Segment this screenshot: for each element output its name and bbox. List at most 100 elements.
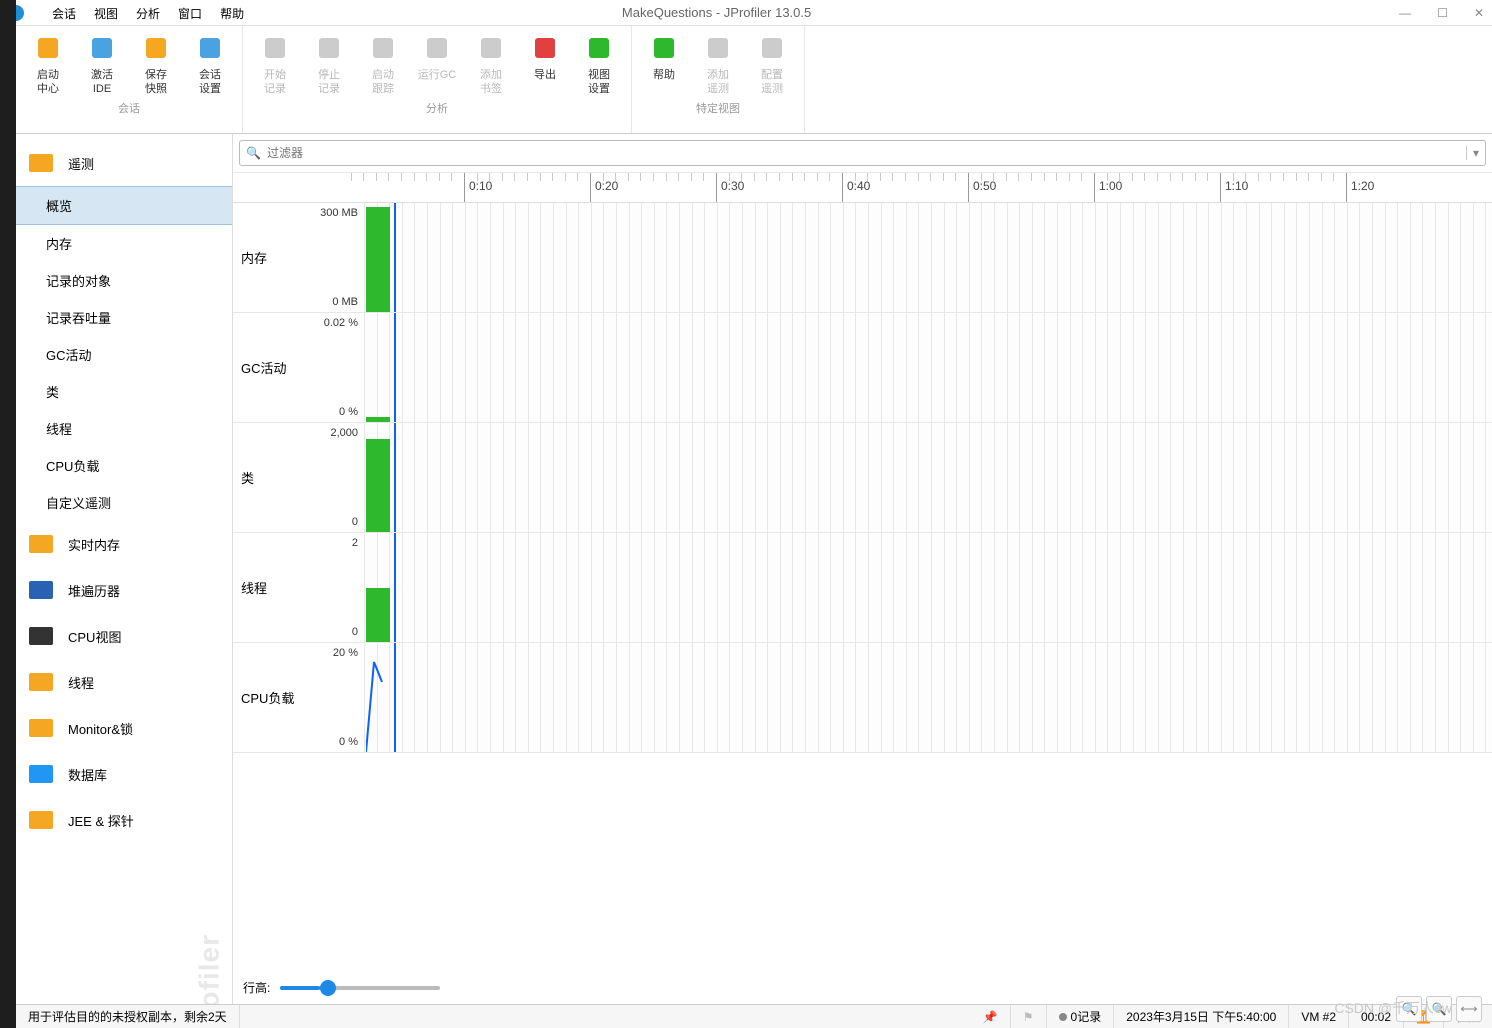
menu-window[interactable]: 窗口	[170, 2, 210, 25]
sidebar-live-memory[interactable]: 实时内存	[16, 521, 232, 567]
chart-name: GC活动	[241, 358, 287, 377]
toolbar-config-telemetry: 配置遥测	[746, 30, 798, 98]
session-settings-icon	[194, 32, 226, 64]
heap-walker-icon	[24, 573, 58, 607]
add-bookmark-label: 添加书签	[480, 68, 502, 96]
toolbar-start-center[interactable]: 启动中心	[22, 30, 74, 98]
timeline-ruler: 0:100:200:300:400:501:001:101:20	[233, 173, 1492, 203]
sidebar-threads-view[interactable]: 线程	[16, 659, 232, 705]
row-height-control: 行高: 🔍 🔍 ⟷	[233, 971, 1492, 1004]
config-telemetry-icon	[756, 32, 788, 64]
menu-analysis[interactable]: 分析	[128, 2, 168, 25]
add-bookmark-icon	[475, 32, 507, 64]
telemetry-label: 遥测	[68, 154, 94, 173]
toolbar-run-gc: 运行GC	[411, 30, 463, 98]
start-center-icon	[32, 32, 64, 64]
toolbar-help[interactable]: 帮助	[638, 30, 690, 98]
sidebar-sub-gc[interactable]: GC活动	[16, 336, 232, 373]
fit-icon[interactable]: ⟷	[1456, 996, 1482, 1004]
row-height-label: 行高:	[243, 979, 270, 996]
threads-view-label: 线程	[68, 673, 94, 692]
chart-线程[interactable]: 线程20	[233, 533, 1492, 643]
time-cursor[interactable]	[394, 203, 396, 312]
start-center-label: 启动中心	[37, 68, 59, 96]
sidebar-sub-overview[interactable]: 概览	[16, 186, 232, 225]
sidebar-heap-walker[interactable]: 堆遍历器	[16, 567, 232, 613]
tick-0:50: 0:50	[973, 179, 996, 193]
sidebar-databases[interactable]: 数据库	[16, 751, 232, 797]
sidebar-sub-classes[interactable]: 类	[16, 373, 232, 410]
titlebar: 会话 视图 分析 窗口 帮助 MakeQuestions - JProfiler…	[0, 0, 1492, 26]
search-icon: 🔍	[246, 146, 261, 160]
tick-1:00: 1:00	[1099, 179, 1122, 193]
jee-probes-icon	[24, 803, 58, 837]
monitor-locks-icon	[24, 711, 58, 745]
main-panel: 🔍 ▾ 0:100:200:300:400:501:001:101:20 内存3…	[233, 134, 1492, 1004]
sidebar-sub-recorded-objects[interactable]: 记录的对象	[16, 262, 232, 299]
status-flag-icon[interactable]: ⚑	[1011, 1005, 1047, 1028]
toolbar-start-track: 启动跟踪	[357, 30, 409, 98]
toolbar-view-settings[interactable]: 视图设置	[573, 30, 625, 98]
run-gc-icon	[421, 32, 453, 64]
tick-0:10: 0:10	[469, 179, 492, 193]
sidebar-sub-threads[interactable]: 线程	[16, 410, 232, 447]
tick-0:40: 0:40	[847, 179, 870, 193]
toolbar-export[interactable]: 导出	[519, 30, 571, 98]
time-cursor[interactable]	[394, 313, 396, 422]
sidebar-cpu-views[interactable]: CPU视图	[16, 613, 232, 659]
status-bar: 用于评估目的的未授权副本，剩余2天 📌 ⚑ 0记录 2023年3月15日 下午5…	[16, 1004, 1492, 1028]
toolbar-add-telemetry: 添加遥测	[692, 30, 744, 98]
view-settings-label: 视图设置	[588, 68, 610, 96]
start-record-label: 开始记录	[264, 68, 286, 96]
menubar: 会话 视图 分析 窗口 帮助	[8, 0, 252, 26]
sidebar-sub-memory[interactable]: 内存	[16, 225, 232, 262]
menu-help[interactable]: 帮助	[212, 2, 252, 25]
toolbar-session-settings[interactable]: 会话设置	[184, 30, 236, 98]
add-telemetry-icon	[702, 32, 734, 64]
minimize-icon[interactable]: —	[1399, 6, 1411, 20]
sidebar-sub-cpu[interactable]: CPU负载	[16, 447, 232, 484]
view-settings-icon	[583, 32, 615, 64]
chart-GC活动[interactable]: GC活动0.02 %0 %	[233, 313, 1492, 423]
maximize-icon[interactable]: ☐	[1437, 6, 1448, 20]
filter-box[interactable]: 🔍 ▾	[239, 140, 1486, 166]
activate-ide-label: 激活IDE	[91, 68, 113, 96]
databases-label: 数据库	[68, 765, 107, 784]
filter-input[interactable]	[265, 145, 1466, 161]
filter-dropdown-icon[interactable]: ▾	[1466, 146, 1479, 160]
live-memory-icon	[24, 527, 58, 561]
time-cursor[interactable]	[394, 533, 396, 642]
stop-record-icon	[313, 32, 345, 64]
ymin: 0	[352, 626, 358, 638]
toolbar-activate-ide[interactable]: 激活IDE	[76, 30, 128, 98]
sidebar-sub-custom[interactable]: 自定义遥测	[16, 484, 232, 521]
export-icon	[529, 32, 561, 64]
sidebar-jee-probes[interactable]: JEE & 探针	[16, 797, 232, 843]
tick-0:30: 0:30	[721, 179, 744, 193]
left-dark-strip	[0, 0, 16, 1028]
chart-name: 线程	[241, 578, 267, 597]
cpu-views-icon	[24, 619, 58, 653]
status-record: 0记录	[1047, 1005, 1115, 1028]
menu-view[interactable]: 视图	[86, 2, 126, 25]
menu-session[interactable]: 会话	[44, 2, 84, 25]
ymin: 0 %	[339, 736, 358, 748]
jee-probes-label: JEE & 探针	[68, 811, 134, 830]
close-icon[interactable]: ✕	[1474, 6, 1484, 20]
sidebar-sub-throughput[interactable]: 记录吞吐量	[16, 299, 232, 336]
sidebar-telemetry[interactable]: 遥测	[16, 140, 232, 186]
watermark: JProfiler	[194, 934, 226, 1004]
ymin: 0 MB	[332, 296, 358, 308]
toolbar-save-snapshot[interactable]: 保存快照	[130, 30, 182, 98]
ymin: 0	[352, 516, 358, 528]
chart-类[interactable]: 类2,0000	[233, 423, 1492, 533]
chart-内存[interactable]: 内存300 MB0 MB	[233, 203, 1492, 313]
chart-name: CPU负载	[241, 688, 294, 707]
row-height-slider[interactable]	[280, 986, 440, 990]
chart-name: 内存	[241, 248, 267, 267]
start-record-icon	[259, 32, 291, 64]
chart-CPU负载[interactable]: CPU负载20 %0 %	[233, 643, 1492, 753]
time-cursor[interactable]	[394, 423, 396, 532]
sidebar-monitor-locks[interactable]: Monitor&锁	[16, 705, 232, 751]
status-pin-icon[interactable]: 📌	[971, 1005, 1011, 1028]
